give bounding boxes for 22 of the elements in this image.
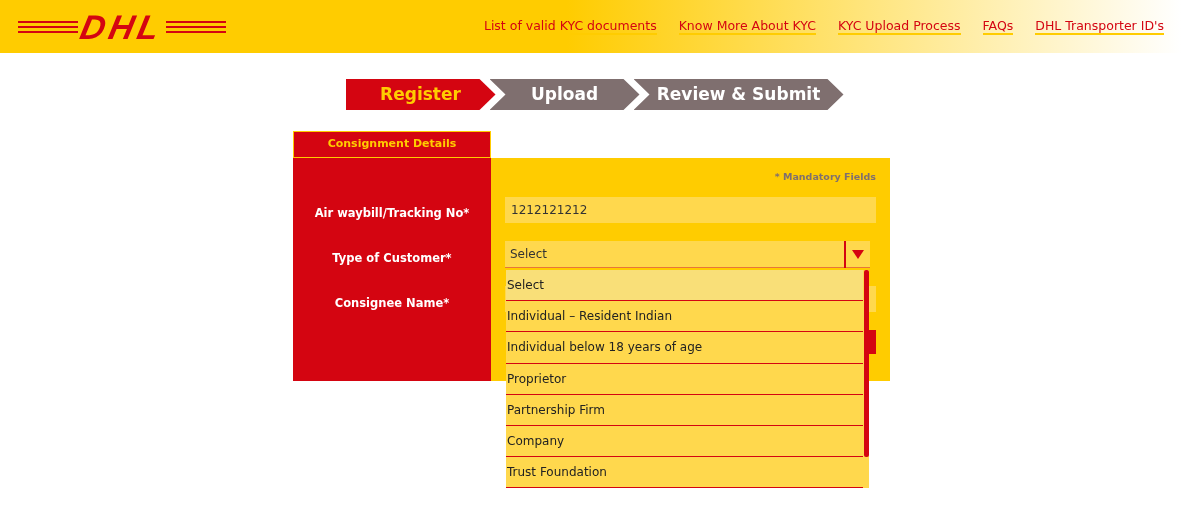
- select-field[interactable]: Select: [505, 241, 870, 268]
- caret-icon: [852, 249, 864, 259]
- nav-link[interactable]: KYC Upload Process: [837, 17, 961, 36]
- scrollbar[interactable]: [864, 270, 869, 457]
- form-button[interactable]: [869, 330, 876, 354]
- nav-link[interactable]: List of valid KYC documents: [483, 17, 657, 36]
- stripes-icon: [18, 20, 78, 33]
- section-tab[interactable]: Consignment Details: [293, 131, 491, 158]
- nav-link[interactable]: FAQs: [982, 17, 1014, 36]
- step-tab[interactable]: Upload: [489, 79, 640, 110]
- stripes-icon: [165, 20, 226, 33]
- step-tab[interactable]: Review & Submit: [633, 79, 844, 110]
- field-label: Air waybill/Tracking No*: [313, 205, 471, 222]
- logo[interactable]: DHL: [77, 9, 167, 44]
- field-label: Type of Customer*: [331, 250, 453, 267]
- dropdown-option[interactable]: Select: [506, 270, 863, 302]
- nav-link[interactable]: Know More About KYC: [678, 17, 816, 36]
- field-label: Consignee Name*: [333, 295, 451, 312]
- nav-link[interactable]: DHL Transporter ID's: [1035, 17, 1164, 36]
- step-tab[interactable]: Register: [345, 79, 496, 110]
- mandatory-note: * Mandatory Fields: [773, 170, 876, 184]
- input-field[interactable]: 1212121212: [505, 197, 876, 223]
